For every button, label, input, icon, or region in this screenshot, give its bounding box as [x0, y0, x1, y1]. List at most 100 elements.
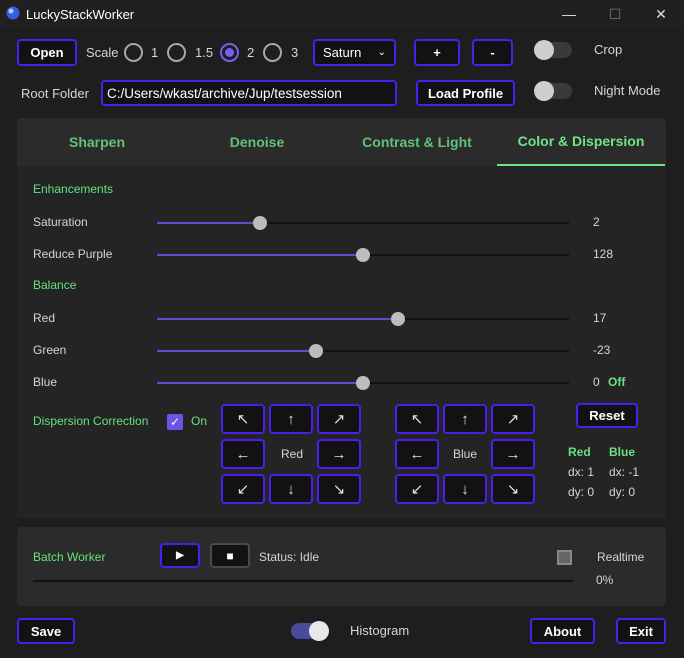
scale-option-label: 1	[151, 45, 159, 60]
scale-radio-3[interactable]	[263, 43, 282, 62]
reset-button[interactable]: Reset	[576, 403, 638, 428]
dispersion-checkbox[interactable]: ✓	[167, 414, 183, 430]
app-logo-icon	[6, 6, 20, 20]
reduce-purple-label: Reduce Purple	[33, 247, 113, 261]
tab-sharpen[interactable]: Sharpen	[17, 118, 177, 166]
red-dy-value: dy: 0	[568, 485, 595, 499]
red-up-right-button[interactable]: ↗	[317, 404, 361, 434]
batch-progress-text: 0%	[596, 573, 614, 587]
crop-toggle[interactable]	[534, 40, 572, 60]
blue-balance-label: Blue	[33, 375, 58, 389]
red-balance-label: Red	[33, 311, 56, 325]
slider-fill	[157, 222, 260, 224]
add-profile-button[interactable]: +	[414, 39, 460, 66]
batch-panel	[17, 527, 666, 606]
red-down-left-button[interactable]: ↙	[221, 474, 265, 504]
red-up-button[interactable]: ↑	[269, 404, 313, 434]
blue-balance-slider[interactable]	[157, 376, 569, 390]
slider-fill	[157, 254, 363, 256]
tab-denoise[interactable]: Denoise	[177, 118, 337, 166]
blue-balance-value: 0	[593, 375, 600, 389]
blue-down-left-button[interactable]: ↙	[395, 474, 439, 504]
blue-pad-label: Blue	[453, 447, 478, 461]
blue-up-left-button[interactable]: ↖	[395, 404, 439, 434]
profile-select-value: Saturn	[323, 45, 362, 60]
play-button[interactable]: ▶	[160, 543, 200, 568]
blue-up-button[interactable]: ↑	[443, 404, 487, 434]
toggle-knob	[534, 40, 554, 60]
blue-down-right-button[interactable]: ↘	[491, 474, 535, 504]
scale-radio-1[interactable]	[124, 43, 143, 62]
histogram-toggle[interactable]	[291, 621, 329, 641]
dispersion-correction-label: Dispersion Correction	[33, 414, 149, 428]
scale-radio-2[interactable]	[220, 43, 239, 62]
blue-right-button[interactable]: →	[491, 439, 535, 469]
realtime-checkbox[interactable]	[557, 550, 572, 565]
red-left-button[interactable]: ←	[221, 439, 265, 469]
root-folder-label: Root Folder	[21, 86, 89, 101]
scale-radio-1-5[interactable]	[167, 43, 186, 62]
night-mode-label: Night Mode	[594, 83, 661, 98]
scale-option-label: 2	[247, 45, 255, 60]
remove-profile-button[interactable]: -	[472, 39, 513, 66]
red-down-button[interactable]: ↓	[269, 474, 313, 504]
slider-thumb[interactable]	[356, 376, 370, 390]
red-balance-value: 17	[593, 311, 607, 325]
blue-down-button[interactable]: ↓	[443, 474, 487, 504]
close-button[interactable]: ✕	[638, 0, 684, 28]
green-balance-slider[interactable]	[157, 344, 569, 358]
play-icon: ▶	[176, 550, 184, 561]
exit-button[interactable]: Exit	[616, 618, 666, 644]
blue-dy-value: dy: 0	[609, 485, 636, 499]
batch-progress-bar	[33, 580, 573, 582]
profile-select[interactable]: Saturn ⌄	[313, 39, 396, 66]
saturation-label: Saturation	[33, 215, 88, 229]
red-balance-slider[interactable]	[157, 312, 569, 326]
toggle-knob	[309, 621, 329, 641]
stop-icon: ■	[226, 548, 234, 563]
open-button[interactable]: Open	[17, 39, 77, 66]
batch-worker-label: Batch Worker	[33, 550, 106, 564]
blue-up-right-button[interactable]: ↗	[491, 404, 535, 434]
red-right-button[interactable]: →	[317, 439, 361, 469]
stop-button[interactable]: ■	[210, 543, 250, 568]
slider-thumb[interactable]	[356, 248, 370, 262]
green-balance-value: -23	[593, 343, 611, 357]
dispersion-on-label: On	[191, 414, 208, 428]
blue-dx-value: dx: -1	[609, 465, 640, 479]
window-title: LuckyStackWorker	[26, 7, 135, 22]
night-mode-toggle[interactable]	[534, 81, 572, 101]
save-button[interactable]: Save	[17, 618, 75, 644]
tab-color-dispersion[interactable]: Color & Dispersion	[497, 118, 665, 166]
green-balance-label: Green	[33, 343, 67, 357]
slider-thumb[interactable]	[391, 312, 406, 326]
root-folder-input[interactable]: C:/Users/wkast/archive/Jup/testsession	[101, 80, 397, 106]
scale-option-label: 1.5	[195, 45, 214, 60]
crop-label: Crop	[594, 42, 623, 57]
enhancements-heading: Enhancements	[33, 182, 114, 196]
toggle-knob	[534, 81, 554, 101]
load-profile-button[interactable]: Load Profile	[416, 80, 515, 106]
saturation-slider[interactable]	[157, 216, 569, 230]
tab-contrast-light[interactable]: Contrast & Light	[337, 118, 497, 166]
maximize-button[interactable]: ☐	[592, 0, 638, 28]
slider-thumb[interactable]	[308, 344, 323, 358]
scale-label: Scale	[86, 45, 119, 60]
red-pad-label: Red	[281, 447, 304, 461]
balance-heading: Balance	[33, 278, 77, 292]
histogram-label: Histogram	[350, 623, 410, 638]
red-offset-title: Red	[568, 445, 591, 459]
reduce-purple-slider[interactable]	[157, 248, 569, 262]
batch-status: Status: Idle	[259, 550, 320, 564]
slider-fill	[157, 350, 316, 352]
blue-offset-title: Blue	[609, 445, 636, 459]
slider-thumb[interactable]	[253, 216, 267, 230]
red-down-right-button[interactable]: ↘	[317, 474, 361, 504]
about-button[interactable]: About	[530, 618, 595, 644]
red-dx-value: dx: 1	[568, 465, 595, 479]
chevron-down-icon: ⌄	[377, 47, 386, 58]
blue-balance-status: Off	[608, 375, 626, 389]
blue-left-button[interactable]: ←	[395, 439, 439, 469]
minimize-button[interactable]: —	[546, 0, 592, 28]
red-up-left-button[interactable]: ↖	[221, 404, 265, 434]
